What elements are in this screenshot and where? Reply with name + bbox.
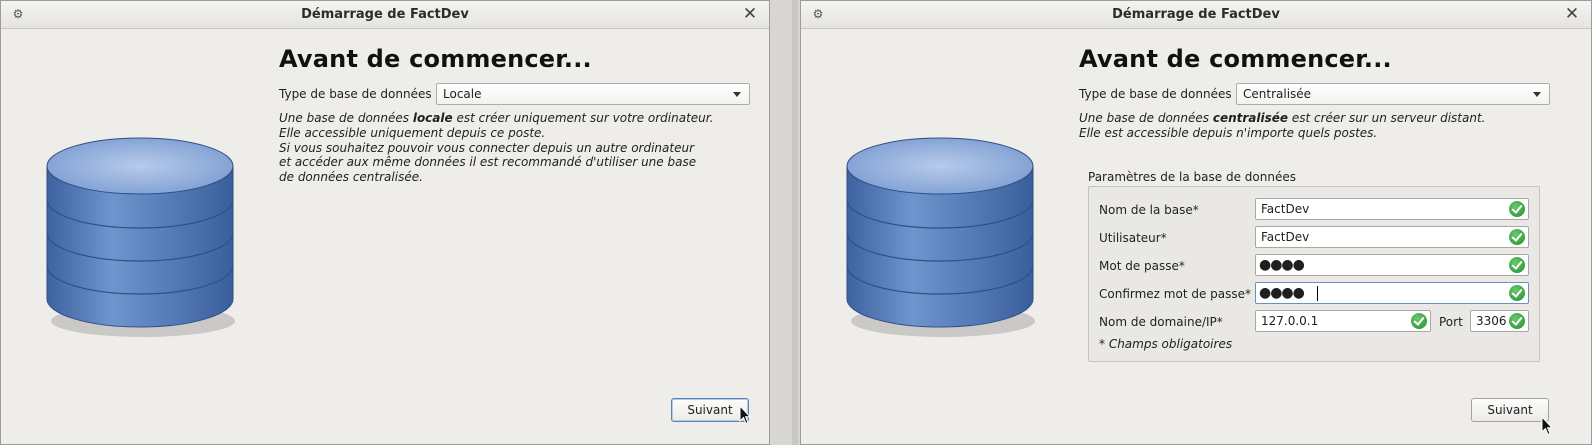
user-value: FactDev	[1261, 230, 1310, 244]
db-type-label: Type de base de données	[279, 87, 432, 101]
title-bar: ⚙ Démarrage de FactDev ✕	[801, 1, 1591, 29]
desc-line: Elle est accessible depuis n'importe que…	[1079, 125, 1378, 140]
user-input[interactable]: FactDev	[1255, 226, 1529, 248]
db-type-select[interactable]: Locale	[436, 83, 750, 105]
chevron-down-icon	[1533, 92, 1541, 97]
desc-line: de données centralisée.	[279, 170, 423, 185]
check-circle-icon	[1509, 201, 1525, 217]
window-separator	[770, 0, 800, 445]
desc-text: est créer sur un serveur distant.	[1288, 111, 1486, 125]
desc-emphasis: centralisée	[1212, 111, 1289, 125]
next-button[interactable]: Suivant	[671, 398, 749, 422]
chevron-down-icon	[733, 92, 741, 97]
host-label: Nom de domaine/IP*	[1099, 315, 1223, 329]
text-caret	[1317, 286, 1318, 301]
db-type-select[interactable]: Centralisée	[1236, 83, 1550, 105]
db-type-value: Locale	[443, 87, 482, 101]
host-input[interactable]: 127.0.0.1	[1255, 310, 1431, 332]
window-title: Démarrage de FactDev	[301, 7, 469, 22]
desc-line: et accéder aux même données il est recom…	[279, 155, 697, 170]
main-content: Avant de commencer... Type de base de do…	[1079, 45, 1550, 140]
desc-text: Une base de données	[1079, 111, 1213, 125]
password-value: ●●●●	[1259, 257, 1305, 273]
confirm-password-value: ●●●●	[1259, 285, 1305, 301]
port-input[interactable]: 3306	[1470, 310, 1529, 332]
db-type-value: Centralisée	[1243, 87, 1312, 101]
desc-line: Elle accessible uniquement depuis ce pos…	[279, 125, 546, 140]
check-circle-icon	[1509, 229, 1525, 245]
window-title: Démarrage de FactDev	[1112, 7, 1280, 22]
confirm-password-input[interactable]: ●●●●	[1255, 282, 1529, 304]
startup-window-local: ⚙ Démarrage de FactDev ✕ Avant de commen…	[0, 0, 770, 445]
user-label: Utilisateur*	[1099, 231, 1167, 245]
db-type-description: Une base de données centralisée est crée…	[1079, 111, 1549, 141]
desc-text: Une base de données	[279, 111, 413, 125]
params-group-title: Paramètres de la base de données	[1088, 170, 1296, 184]
main-content: Avant de commencer... Type de base de do…	[279, 45, 750, 184]
database-icon	[46, 137, 235, 337]
db-name-input[interactable]: FactDev	[1255, 198, 1529, 220]
page-heading: Avant de commencer...	[279, 45, 592, 73]
db-name-value: FactDev	[1261, 202, 1310, 216]
db-type-description: Une base de données locale est créer uni…	[279, 111, 749, 185]
port-label: Port	[1439, 315, 1463, 329]
check-circle-icon	[1411, 313, 1427, 329]
close-icon[interactable]: ✕	[741, 5, 759, 23]
database-icon	[846, 137, 1035, 337]
host-value: 127.0.0.1	[1261, 314, 1319, 328]
desc-line: Si vous souhaitez pouvoir vous connecter…	[279, 140, 695, 155]
db-type-row: Type de base de données Locale	[279, 83, 753, 105]
db-name-label: Nom de la base*	[1099, 203, 1199, 217]
port-value: 3306	[1476, 314, 1507, 328]
page-heading: Avant de commencer...	[1079, 45, 1392, 73]
check-circle-icon	[1509, 313, 1525, 329]
check-circle-icon	[1509, 257, 1525, 273]
mouse-pointer-icon	[739, 405, 751, 425]
title-bar: ⚙ Démarrage de FactDev ✕	[1, 1, 769, 29]
confirm-password-label: Confirmez mot de passe*	[1099, 287, 1252, 301]
password-input[interactable]: ●●●●	[1255, 254, 1529, 276]
params-group: Nom de la base* FactDev Utilisateur* Fac…	[1088, 186, 1540, 362]
next-button[interactable]: Suivant	[1471, 398, 1549, 422]
desc-text: est créer uniquement sur votre ordinateu…	[452, 111, 714, 125]
db-type-label: Type de base de données	[1079, 87, 1232, 101]
close-icon[interactable]: ✕	[1563, 5, 1581, 23]
db-type-row: Type de base de données Centralisée	[1079, 83, 1553, 105]
separator-strip	[792, 0, 798, 445]
password-label: Mot de passe*	[1099, 259, 1185, 273]
mouse-pointer-icon	[1541, 416, 1553, 436]
check-circle-icon	[1509, 285, 1525, 301]
desc-emphasis: locale	[412, 111, 453, 125]
required-fields-note: * Champs obligatoires	[1099, 337, 1233, 351]
